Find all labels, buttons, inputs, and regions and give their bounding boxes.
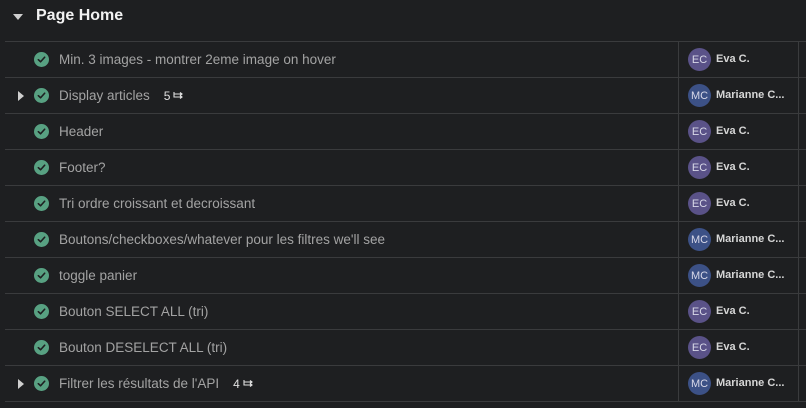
assignee-name: Eva C. — [716, 341, 750, 353]
task-name-text: Filtrer les résultats de l'API — [59, 376, 220, 391]
check-circle-icon[interactable] — [34, 196, 49, 211]
assignee-name: Eva C. — [716, 53, 750, 65]
check-circle-icon[interactable] — [34, 52, 49, 67]
assignee-cell[interactable]: EC Eva C. — [678, 330, 799, 365]
subtask-icon — [243, 380, 253, 387]
task-name[interactable]: Boutons/checkboxes/whatever pour les fil… — [59, 232, 385, 247]
task-name-text: Header — [59, 124, 104, 139]
avatar: MC — [688, 372, 711, 395]
check-circle-icon[interactable] — [34, 88, 49, 103]
subtask-count-value: 4 — [233, 377, 240, 391]
avatar: EC — [688, 48, 711, 71]
avatar: MC — [688, 228, 711, 251]
task-name[interactable]: Footer? — [59, 160, 106, 175]
check-circle-icon[interactable] — [34, 160, 49, 175]
avatar: EC — [688, 120, 711, 143]
task-table: Min. 3 images - montrer 2eme image on ho… — [5, 41, 806, 402]
assignee-cell[interactable]: MC Marianne C... — [678, 366, 799, 401]
task-row[interactable]: Min. 3 images - montrer 2eme image on ho… — [5, 42, 806, 78]
task-name[interactable]: toggle panier — [59, 268, 137, 283]
assignee-name: Marianne C... — [716, 377, 785, 389]
task-row[interactable]: Footer? EC Eva C. — [5, 150, 806, 186]
task-name-text: Min. 3 images - montrer 2eme image on ho… — [59, 52, 336, 67]
task-name[interactable]: Bouton SELECT ALL (tri) — [59, 304, 208, 319]
task-row[interactable]: Header EC Eva C. — [5, 114, 806, 150]
assignee-name: Eva C. — [716, 305, 750, 317]
avatar: MC — [688, 264, 711, 287]
assignee-cell[interactable]: MC Marianne C... — [678, 78, 799, 113]
section-title[interactable]: Page Home — [36, 7, 123, 25]
check-circle-icon[interactable] — [34, 124, 49, 139]
assignee-cell[interactable]: EC Eva C. — [678, 114, 799, 149]
subtask-count-value: 5 — [163, 89, 171, 103]
avatar: EC — [688, 336, 711, 359]
task-row[interactable]: Boutons/checkboxes/whatever pour les fil… — [5, 222, 806, 258]
task-name[interactable]: Tri ordre croissant et decroissant — [59, 196, 255, 211]
assignee-cell[interactable]: MC Marianne C... — [678, 222, 799, 257]
check-circle-icon[interactable] — [34, 304, 49, 319]
avatar: EC — [688, 156, 711, 179]
subtask-count[interactable]: 4 — [233, 377, 254, 391]
assignee-name: Eva C. — [716, 161, 750, 173]
assignee-name: Marianne C... — [716, 269, 785, 281]
task-name[interactable]: Filtrer les résultats de l'API 4 — [59, 376, 254, 391]
task-row[interactable]: Bouton SELECT ALL (tri) EC Eva C. — [5, 294, 806, 330]
assignee-cell[interactable]: EC Eva C. — [678, 186, 799, 221]
task-name-text: Bouton SELECT ALL (tri) — [59, 304, 209, 319]
task-name-text: Footer? — [59, 160, 106, 175]
assignee-name: Eva C. — [716, 125, 750, 137]
task-name[interactable]: Header — [59, 124, 103, 139]
subtask-icon — [173, 92, 184, 99]
task-name[interactable]: Min. 3 images - montrer 2eme image on ho… — [59, 52, 336, 67]
task-row[interactable]: Filtrer les résultats de l'API 4 MC Mariann… — [5, 366, 806, 402]
task-name-text: Display articles — [59, 88, 150, 103]
check-circle-icon[interactable] — [34, 268, 49, 283]
check-circle-icon[interactable] — [34, 376, 49, 391]
task-name[interactable]: Bouton DESELECT ALL (tri) — [59, 340, 227, 355]
task-row[interactable]: Bouton DESELECT ALL (tri) EC Eva C. — [5, 330, 806, 366]
task-name[interactable]: Display articles 5 — [59, 88, 184, 103]
task-name-text: Bouton DESELECT ALL (tri) — [59, 340, 228, 355]
subtask-count[interactable]: 5 — [164, 89, 185, 103]
avatar: MC — [688, 84, 711, 107]
check-circle-icon[interactable] — [34, 340, 49, 355]
avatar: EC — [688, 300, 711, 323]
task-name-text: Boutons/checkboxes/whatever pour les fil… — [59, 232, 385, 247]
caret-right-icon[interactable] — [18, 379, 24, 389]
caret-right-icon[interactable] — [18, 91, 24, 101]
task-row[interactable]: Tri ordre croissant et decroissant EC Eva … — [5, 186, 806, 222]
check-circle-icon[interactable] — [34, 232, 49, 247]
assignee-name: Eva C. — [716, 197, 750, 209]
assignee-cell[interactable]: EC Eva C. — [678, 294, 799, 329]
section-header: Page Home — [0, 0, 806, 34]
assignee-cell[interactable]: EC Eva C. — [678, 150, 799, 185]
assignee-cell[interactable]: EC Eva C. — [678, 42, 799, 77]
avatar: EC — [688, 192, 711, 215]
caret-down-icon[interactable] — [13, 14, 23, 20]
task-row[interactable]: toggle panier MC Marianne C... — [5, 258, 806, 294]
task-name-text: toggle panier — [59, 268, 138, 283]
assignee-name: Marianne C... — [716, 233, 785, 245]
assignee-cell[interactable]: MC Marianne C... — [678, 258, 799, 293]
assignee-name: Marianne C... — [716, 89, 785, 101]
task-row[interactable]: Display articles 5 MC Marianne C... — [5, 78, 806, 114]
task-name-text: Tri ordre croissant et decroissant — [59, 196, 256, 211]
